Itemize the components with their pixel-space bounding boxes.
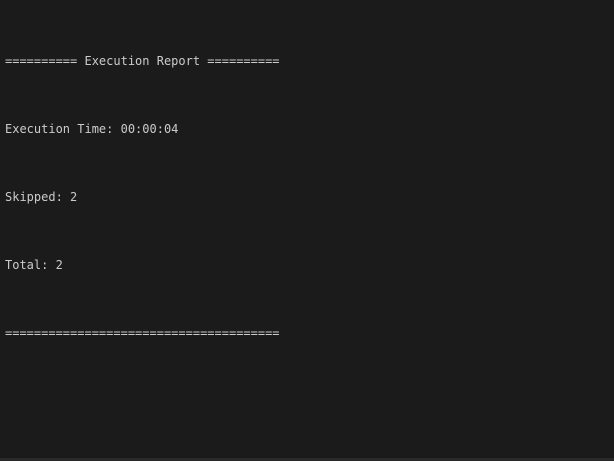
colon-separator: : bbox=[106, 122, 121, 136]
skipped-line: Skipped: 2 bbox=[5, 189, 614, 206]
colon-separator: : bbox=[41, 258, 56, 272]
total-line: Total: 2 bbox=[5, 257, 614, 274]
total-value: 2 bbox=[55, 258, 63, 272]
skipped-value: 2 bbox=[70, 190, 78, 204]
separator-line: ====================================== bbox=[5, 326, 280, 340]
colon-separator: : bbox=[55, 190, 71, 204]
total-label: Total bbox=[5, 258, 42, 272]
execution-time-value: 00:00:04 bbox=[120, 122, 179, 136]
execution-time-label: Execution Time bbox=[5, 122, 107, 136]
execution-time-line: Execution Time: 00:00:04 bbox=[5, 121, 614, 138]
execution-report-title: ========== Execution Report ========== bbox=[5, 54, 280, 68]
skipped-label: Skipped bbox=[5, 190, 56, 204]
terminal[interactable]: ========== Execution Report ========== E… bbox=[0, 0, 614, 461]
